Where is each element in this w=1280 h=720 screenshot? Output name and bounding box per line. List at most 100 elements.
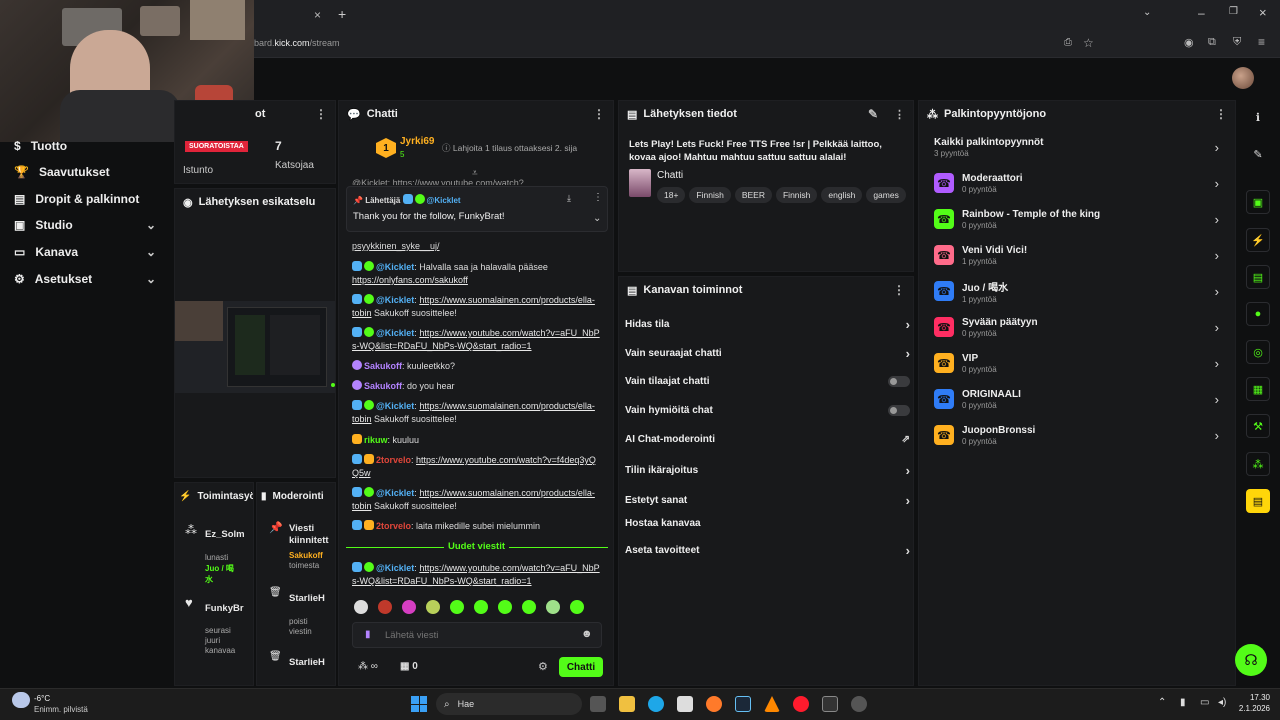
window-close-icon[interactable]: × [1259, 5, 1267, 20]
maximize-icon[interactable]: ❐ [1229, 6, 1238, 17]
info-icon[interactable]: ℹ [1246, 105, 1270, 129]
tag[interactable]: english [821, 187, 863, 203]
task-view-icon[interactable] [590, 696, 606, 712]
action-host-channel[interactable]: Hostaa kanavaa [625, 518, 910, 529]
tag[interactable]: Finnish [775, 187, 818, 203]
settings-icon[interactable]: ⚙ [538, 660, 548, 673]
sidebar-item-saavutukset[interactable]: 🏆 Saavutukset [14, 165, 110, 179]
file-explorer-icon[interactable] [619, 696, 635, 712]
top-gifter-name[interactable]: Jyrki69 [400, 136, 434, 147]
bookmark-star-icon[interactable]: ☆ [1083, 36, 1094, 50]
subscribers-only-toggle[interactable] [888, 376, 910, 387]
network-icon[interactable]: ▭ [1200, 697, 1209, 708]
action-ai-moderation[interactable]: AI Chat-moderointi ⇗ [625, 434, 910, 445]
emote-icon[interactable] [402, 600, 416, 614]
rewards-all[interactable]: Kaikki palkintopyynnöt 3 pyyntöä › [934, 131, 1219, 163]
tag[interactable]: BEER [734, 187, 772, 203]
volume-icon[interactable]: ◂) [1218, 697, 1226, 708]
category-name[interactable]: Chatti [657, 170, 683, 181]
gift-counter[interactable]: ▦ 0 [400, 661, 418, 672]
edge-icon[interactable] [648, 696, 664, 712]
reward-item[interactable]: ☎ ORIGINAALI 0 pyyntöä › [934, 383, 1219, 415]
kebab-icon[interactable]: ⋮ [894, 108, 905, 121]
pin-icon[interactable]: ⤓ [567, 193, 571, 204]
reward-item[interactable]: ☎ Moderaattori 0 pyyntöä › [934, 167, 1219, 199]
message-input[interactable] [385, 627, 575, 643]
emote-icon[interactable] [498, 600, 512, 614]
reward-item[interactable]: ☎ Syvään päätyyn 0 pyyntöä › [934, 311, 1219, 343]
taskbar-search[interactable]: ⌕ Hae [436, 693, 582, 715]
kebab-icon[interactable]: ⋮ [593, 192, 603, 203]
send-chat-button[interactable]: Chatti [559, 657, 603, 677]
chat-input[interactable]: ▮ ☻ [352, 622, 602, 648]
clapperboard-icon[interactable]: ▤ [1246, 489, 1270, 513]
broadcast-icon[interactable]: ◎ [1246, 340, 1270, 364]
action-blocked-words[interactable]: Estetyt sanat › [625, 493, 910, 508]
mic-icon[interactable]: ▮ [1180, 697, 1186, 708]
sidebar-item-studio[interactable]: ▣ Studio ⌄ [14, 218, 172, 232]
emote-icon[interactable] [474, 600, 488, 614]
document-icon[interactable]: ▤ [1246, 265, 1270, 289]
emote-icon[interactable] [450, 600, 464, 614]
emote-icon[interactable] [522, 600, 536, 614]
action-slow-mode[interactable]: Hidas tila › [625, 317, 910, 332]
sidebar-item-dropit[interactable]: ▤ Dropit & palkinnot [14, 192, 139, 206]
menu-icon[interactable]: ≡ [1258, 35, 1265, 49]
store-icon[interactable] [677, 696, 693, 712]
kebab-icon[interactable]: ⋮ [315, 107, 327, 121]
emoji-icon[interactable]: ☻ [581, 628, 593, 640]
reward-item[interactable]: ☎ VIP 0 pyyntöä › [934, 347, 1219, 379]
stream-preview[interactable] [175, 301, 335, 393]
points-display[interactable]: ⁂ ∞ [358, 661, 378, 672]
rewards-icon[interactable]: ⁂ [1246, 452, 1270, 476]
action-followers-only[interactable]: Vain seuraajat chatti › [625, 346, 910, 361]
kebab-icon[interactable]: ⋮ [1215, 107, 1227, 121]
shield-icon[interactable]: ⛨ [1233, 36, 1241, 49]
edit-icon[interactable]: ✎ [1246, 142, 1270, 166]
layout-icon[interactable]: ▦ [1246, 377, 1270, 401]
sidebar-item-kanava[interactable]: ▭ Kanava ⌄ [14, 245, 172, 259]
terminal-icon[interactable] [822, 696, 838, 712]
action-age-restriction[interactable]: Tilin ikärajoitus › [625, 463, 910, 478]
tag[interactable]: Finnish [689, 187, 731, 203]
chat-bubble-icon[interactable]: ● [1246, 302, 1270, 326]
clock-time[interactable]: 17.30 [1248, 693, 1270, 702]
sidebar-item-asetukset[interactable]: ⚙ Asetukset ⌄ [14, 272, 172, 286]
opera-icon[interactable] [793, 696, 809, 712]
close-tab-icon[interactable]: × [314, 8, 321, 22]
tab-list-icon[interactable]: ⌄ [1143, 7, 1151, 18]
emotes-only-toggle[interactable] [888, 405, 910, 416]
reward-item[interactable]: ☎ JuoponBronssi 0 pyyntöä › [934, 419, 1219, 451]
kebab-icon[interactable]: ⋮ [893, 283, 905, 297]
wrench-icon[interactable]: ⚒ [1246, 414, 1270, 438]
reward-item[interactable]: ☎ Veni Vidi Vici! 1 pyyntöä › [934, 239, 1219, 271]
weather-temp[interactable]: -6°C [34, 694, 50, 703]
avatar[interactable] [1232, 67, 1254, 89]
tag[interactable]: games [866, 187, 906, 203]
sidebar-item-tuotto[interactable]: $ Tuotto [14, 139, 67, 153]
gift-prompt[interactable]: ⓘ Lahjoita 1 tilaus ottaaksesi 2. sija [442, 142, 577, 154]
chevron-down-icon[interactable]: ⌄ [593, 213, 601, 224]
chat-link[interactable]: https://onlyfans.com/sakukoff [352, 275, 468, 285]
emote-icon[interactable] [570, 600, 584, 614]
tag[interactable]: 18+ [657, 187, 686, 203]
settings-icon[interactable] [851, 696, 867, 712]
profile-icon[interactable]: ◉ [1184, 36, 1194, 49]
kebab-icon[interactable]: ⋮ [593, 107, 605, 121]
firefox-icon[interactable] [706, 696, 722, 712]
minimize-icon[interactable]: – [1198, 6, 1205, 20]
extensions-icon[interactable]: ⧉ [1208, 36, 1216, 49]
camera-icon[interactable]: ▣ [1246, 190, 1270, 214]
emote-icon[interactable] [546, 600, 560, 614]
emote-icon[interactable] [426, 600, 440, 614]
tray-chevron-icon[interactable]: ⌃ [1158, 697, 1166, 708]
emote-icon[interactable] [354, 600, 368, 614]
steam-icon[interactable] [735, 696, 751, 712]
windows-start-icon[interactable] [411, 696, 427, 712]
emote-icon[interactable] [378, 600, 392, 614]
action-set-goals[interactable]: Aseta tavoitteet › [625, 543, 910, 558]
reward-item[interactable]: ☎ Juo / 喝水 1 pyyntöä › [934, 275, 1219, 307]
install-icon[interactable]: ⎙ [1064, 37, 1072, 48]
new-tab-icon[interactable]: + [338, 6, 346, 22]
reward-item[interactable]: ☎ Rainbow - Temple of the king 0 pyyntöä › [934, 203, 1219, 235]
